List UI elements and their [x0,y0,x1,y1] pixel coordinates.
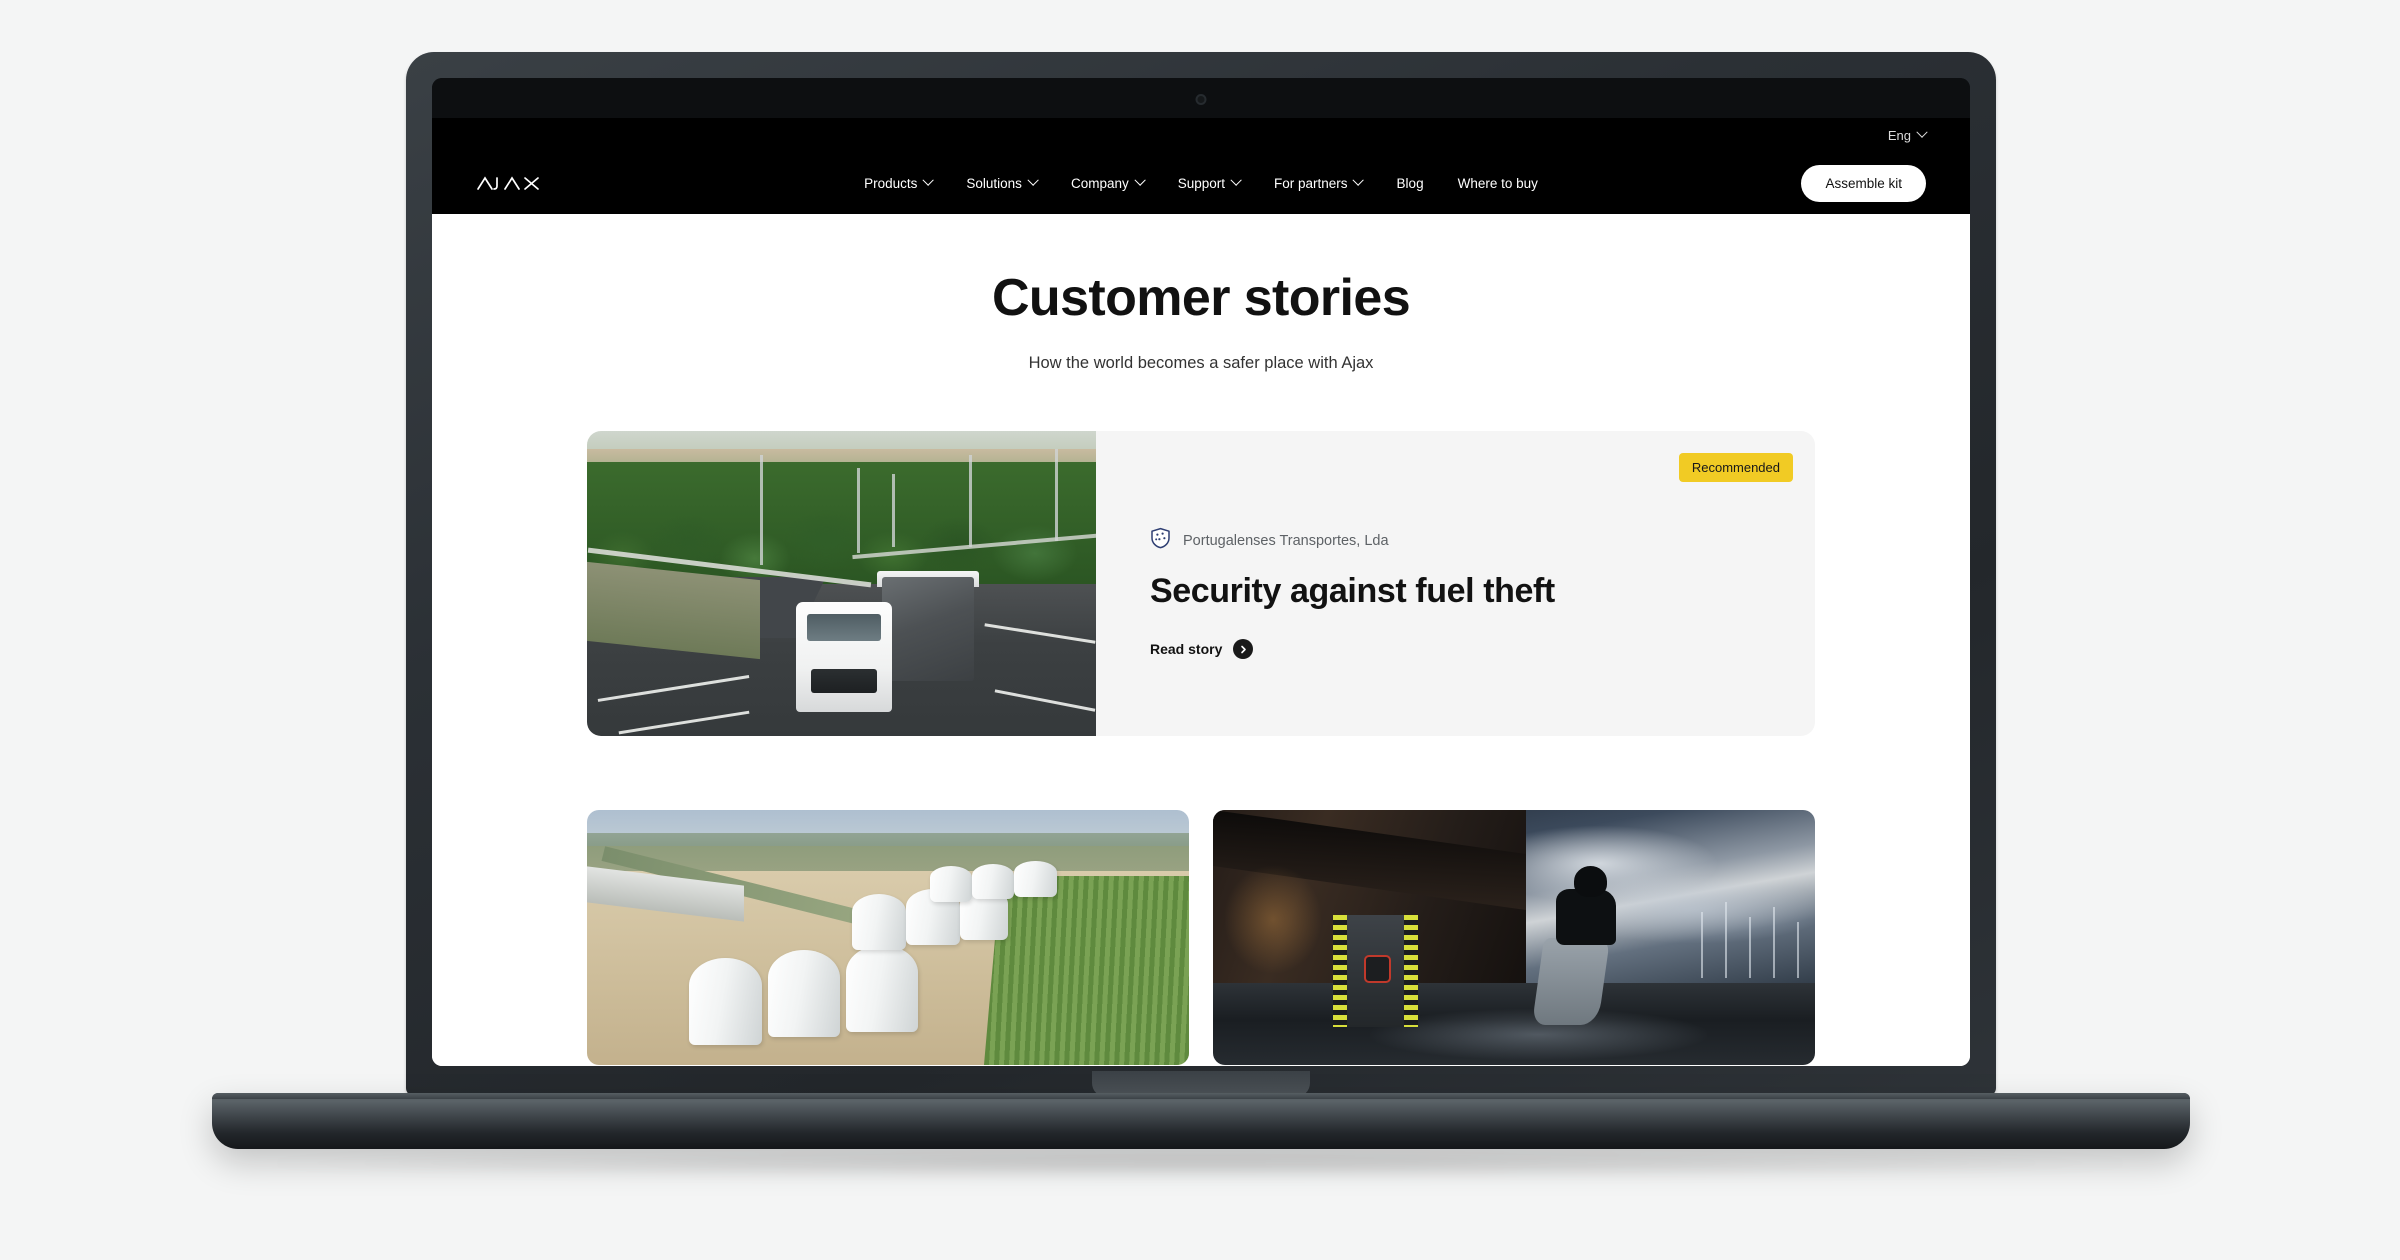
read-story-label: Read story [1150,641,1223,657]
arrow-right-circle-icon [1233,639,1254,659]
nav-item-products[interactable]: Products [864,174,935,191]
nav-item-company[interactable]: Company [1070,174,1146,191]
featured-story-image [587,431,1096,736]
nav-item-where-to-buy[interactable]: Where to buy [1458,176,1538,191]
content-container: Recommended Portugalenses Transportes, L… [587,431,1815,1066]
featured-story-card[interactable]: Recommended Portugalenses Transportes, L… [587,431,1815,736]
chevron-down-icon [1027,174,1039,186]
browser-viewport: Eng Products Solutions Company Support F… [432,118,1970,1066]
story-card-grid: Mushroom Cultivation Facility [587,810,1815,1066]
featured-brand: Portugalenses Transportes, Lda [1150,527,1815,554]
laptop-shadow [250,1148,2150,1178]
story-card-mushroom[interactable]: Mushroom Cultivation Facility [587,810,1189,1066]
featured-brand-name: Portugalenses Transportes, Lda [1183,532,1389,549]
laptop-base [212,1071,2190,1149]
featured-story-title: Security against fuel theft [1150,572,1555,610]
assemble-kit-button[interactable]: Assemble kit [1801,164,1926,202]
nav-item-support[interactable]: Support [1177,174,1242,191]
truck-highway-photo [587,431,1096,736]
nav-label: Where to buy [1457,175,1538,191]
webcam-icon [1195,94,1207,105]
chevron-down-icon [1352,174,1365,186]
page-subtitle: How the world becomes a safer place with… [1028,354,1374,372]
story-card-image [1213,810,1815,1065]
scene: Eng Products Solutions Company Support F… [0,0,2400,1260]
laptop-lid: Eng Products Solutions Company Support F… [406,52,1996,1096]
shield-badge-icon [1150,527,1171,554]
nav-item-solutions[interactable]: Solutions [966,174,1039,191]
nav-item-blog[interactable]: Blog [1397,176,1424,191]
laptop-screen-bezel: Eng Products Solutions Company Support F… [432,78,1970,1066]
nav-label: For partners [1274,175,1348,191]
laptop-top-bezel [432,78,1970,118]
page-content: Customer stories How the world becomes a… [432,214,1970,1066]
greenhouse-aerial-photo [587,810,1189,1065]
read-story-link[interactable]: Read story [1150,639,1815,659]
nav-label: Blog [1396,175,1424,191]
featured-story-body: Recommended Portugalenses Transportes, L… [1096,431,1815,736]
chevron-down-icon [1230,174,1242,186]
site-topbar: Eng [432,118,1970,152]
nav-item-for-partners[interactable]: For partners [1274,174,1365,191]
recommended-badge: Recommended [1678,453,1793,482]
primary-nav: Products Solutions Company Support For p… [864,174,1538,191]
chevron-down-icon [1916,126,1928,138]
language-label: Eng [1887,127,1911,143]
page-title: Customer stories [991,269,1411,327]
nav-label: Company [1070,175,1129,191]
night-security-photo [1213,810,1815,1065]
laptop-base-lip [212,1093,2190,1099]
ajax-logo[interactable]: AJAX [476,173,544,193]
nav-label: Products [864,175,918,191]
story-card-image [587,810,1189,1065]
story-card-safer-security[interactable]: Safer Security Group [1213,810,1815,1066]
chevron-down-icon [1134,174,1146,186]
language-selector[interactable]: Eng [1887,126,1928,143]
chevron-down-icon [922,174,935,186]
site-header: AJAX Products Solutions Company [432,152,1970,214]
nav-label: Support [1177,175,1226,191]
nav-label: Solutions [966,175,1022,191]
